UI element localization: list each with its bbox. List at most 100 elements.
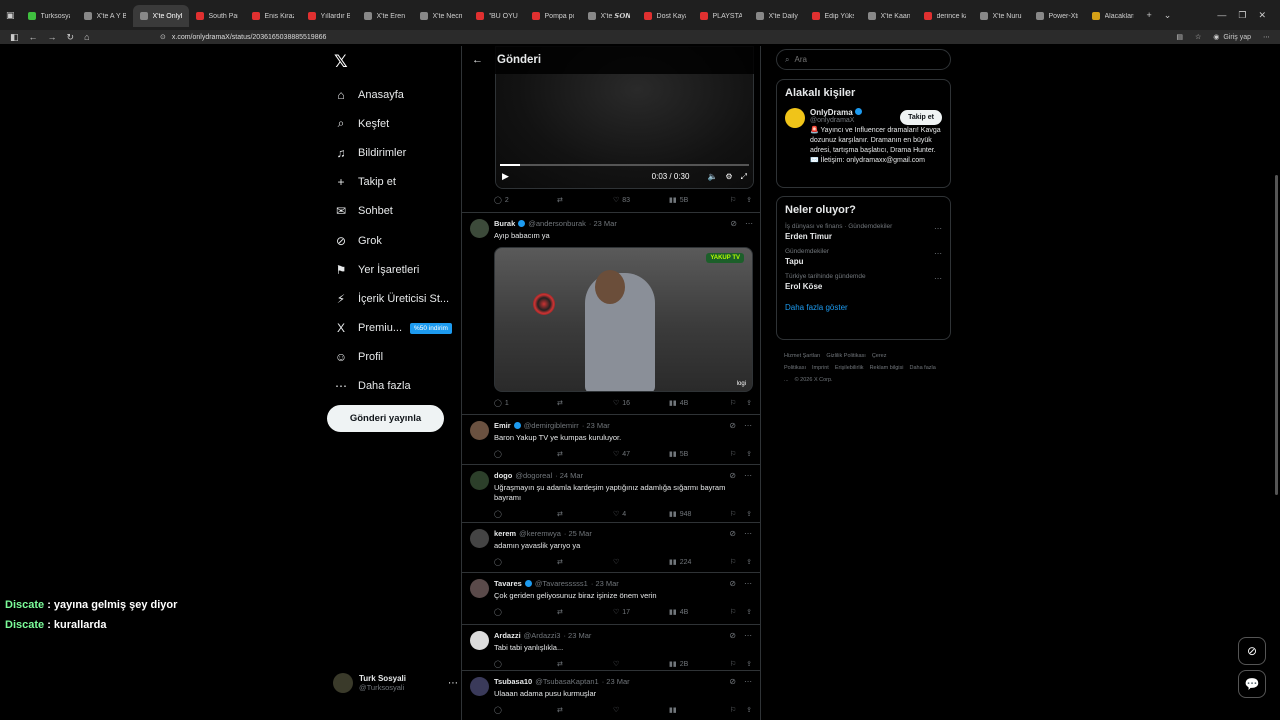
more-icon[interactable]: ⋯	[744, 677, 752, 686]
reply-tweet[interactable]: dogo @dogoreal · 24 Mar ⊘ ⋯ Uğraşmayın şu…	[462, 464, 760, 521]
avatar[interactable]	[470, 471, 489, 490]
login-button[interactable]: ◉ Giriş yap	[1213, 33, 1251, 42]
avatar[interactable]	[470, 631, 489, 650]
bookmark-icon[interactable]: ⚐	[730, 450, 736, 458]
new-tab-button[interactable]: +	[1141, 10, 1158, 20]
trend-item[interactable]: İş dünyası ve finans · Gündemdekiler Erde…	[777, 216, 950, 241]
avatar[interactable]	[470, 579, 489, 598]
nav-item-10[interactable]: ⋯ Daha fazla	[326, 372, 461, 401]
views-icon[interactable]: ▮▮ 948	[669, 510, 719, 519]
more-icon[interactable]: ⋯	[934, 249, 942, 258]
grok-icon[interactable]: ⊘	[729, 471, 736, 480]
tweet-author[interactable]: kerem	[494, 529, 516, 538]
grok-icon[interactable]: ⊘	[1238, 637, 1266, 665]
reply-icon[interactable]: ◯ 2	[494, 196, 557, 205]
show-more-link[interactable]: Daha fazla göster	[777, 291, 950, 320]
like-icon[interactable]: ♡ 16	[613, 399, 669, 408]
browser-tab[interactable]: "BU OYUN C	[469, 5, 525, 27]
browser-tab[interactable]: Enis Kirazogl	[245, 5, 301, 27]
volume-icon[interactable]: 🔈	[707, 172, 717, 181]
fullscreen-icon[interactable]: ⤢	[741, 172, 747, 182]
search-box[interactable]: ⌕	[776, 49, 951, 70]
nav-item-7[interactable]: ⚡ İçerik Üreticisi St...	[326, 284, 461, 313]
home-icon[interactable]: ⌂	[84, 32, 89, 43]
browser-tab[interactable]: Turksosyali S	[21, 5, 77, 27]
tweet-image[interactable]: YAKUP TV logi	[494, 247, 753, 392]
grok-icon[interactable]: ⊘	[729, 421, 736, 430]
url-text[interactable]: x.com/onlydramaX/status/2036165038885519…	[172, 34, 327, 41]
avatar[interactable]	[470, 677, 489, 696]
reply-tweet[interactable]: Emir @demirgiblemirr · 23 Mar ⊘ ⋯ Baron Y…	[462, 414, 760, 461]
footer-link[interactable]: Gizlilik Politikası	[826, 353, 865, 359]
more-icon[interactable]: ⋯	[448, 678, 458, 689]
like-icon[interactable]: ♡	[613, 706, 669, 714]
like-icon[interactable]: ♡	[613, 558, 669, 566]
bookmark-star-icon[interactable]: ☆	[1195, 33, 1201, 41]
reply-tweet[interactable]: kerem @keremwya · 25 Mar ⊘ ⋯ adamın yavas…	[462, 522, 760, 569]
messages-icon[interactable]: 💬	[1238, 670, 1266, 698]
tweet-handle[interactable]: @Ardazzi3	[524, 631, 561, 640]
bookmark-icon[interactable]: ⚐	[730, 196, 736, 204]
retweet-icon[interactable]: ⇄	[557, 706, 613, 714]
views-icon[interactable]: ▮▮ 4B	[669, 399, 719, 408]
bookmark-icon[interactable]: ⚐	[730, 706, 736, 714]
share-icon[interactable]: ⇪	[746, 450, 752, 458]
grok-icon[interactable]: ⊘	[729, 631, 736, 640]
more-icon[interactable]: ⋯	[934, 224, 942, 233]
nav-item-2[interactable]: ♫ Bildirimler	[326, 138, 461, 167]
share-icon[interactable]: ⇪	[746, 558, 752, 566]
browser-tab[interactable]: Pompa pomp	[525, 5, 581, 27]
more-icon[interactable]: ⋯	[744, 421, 752, 430]
reply-icon[interactable]: ◯	[494, 558, 557, 566]
nav-item-3[interactable]: + Takip et	[326, 168, 461, 197]
retweet-icon[interactable]: ⇄	[557, 450, 613, 458]
browser-tab[interactable]: X'te Eren Car	[357, 5, 413, 27]
nav-item-1[interactable]: ⌕ Keşfet	[326, 109, 461, 138]
forward-icon[interactable]: →	[48, 32, 57, 43]
browser-tab[interactable]: Alacaklarını	[1085, 5, 1141, 27]
tweet-handle[interactable]: @keremwya	[519, 529, 561, 538]
like-icon[interactable]: ♡ 4	[613, 510, 669, 519]
browser-tab[interactable]: X'te Nurullah	[973, 5, 1029, 27]
avatar[interactable]	[470, 529, 489, 548]
bookmark-icon[interactable]: ⚐	[730, 399, 736, 407]
settings-icon[interactable]: ⚙	[725, 172, 732, 181]
restore-icon[interactable]: ❐	[1238, 10, 1246, 21]
browser-tab[interactable]: Power-Xtra P	[1029, 5, 1085, 27]
tweet-handle[interactable]: @TsubasaKaptan1	[535, 677, 599, 686]
video-progress-bar[interactable]	[500, 164, 749, 166]
more-icon[interactable]: ⋯	[745, 219, 753, 228]
reply-icon[interactable]: ◯	[494, 706, 557, 714]
views-icon[interactable]: ▮▮ 4B	[669, 608, 719, 617]
browser-tab[interactable]: Edip Yüksel (	[805, 5, 861, 27]
x-logo-icon[interactable]: 𝕏	[334, 52, 461, 80]
like-icon[interactable]: ♡	[613, 660, 669, 668]
more-icon[interactable]: ⋯	[744, 471, 752, 480]
like-icon[interactable]: ♡ 47	[613, 450, 669, 459]
tweet-author[interactable]: Tsubasa10	[494, 677, 532, 686]
sidebar-toggle-icon[interactable]: ◧	[10, 32, 19, 43]
page-scrollbar[interactable]	[1275, 175, 1278, 495]
post-button[interactable]: Gönderi yayınla	[327, 405, 444, 432]
nav-item-6[interactable]: ⚑ Yer İşaretleri	[326, 255, 461, 284]
tweet-handle[interactable]: @andersonburak	[528, 219, 586, 228]
reply-icon[interactable]: ◯	[494, 450, 557, 458]
bookmark-icon[interactable]: ⚐	[730, 510, 736, 518]
tweet-handle[interactable]: @Tavaresssss1	[535, 579, 588, 588]
nav-item-0[interactable]: ⌂ Anasayfa	[326, 80, 461, 109]
footer-link[interactable]: Imprint	[812, 365, 829, 371]
back-arrow-icon[interactable]: ←	[472, 54, 483, 66]
footer-link[interactable]: Reklam bilgisi	[870, 365, 904, 371]
avatar[interactable]	[470, 219, 489, 238]
site-info-icon[interactable]: ⊙	[160, 33, 166, 41]
browser-menu-icon[interactable]: ⋯	[1263, 33, 1270, 41]
bookmark-icon[interactable]: ⚐	[730, 608, 736, 616]
share-icon[interactable]: ⇪	[746, 399, 752, 407]
like-icon[interactable]: ♡ 83	[613, 196, 669, 205]
avatar[interactable]	[470, 421, 489, 440]
trend-item[interactable]: Gündemdekiler Tapu ⋯	[777, 241, 950, 266]
grok-icon[interactable]: ⊘	[729, 579, 736, 588]
views-icon[interactable]: ▮▮ 2B	[669, 660, 719, 669]
follow-button[interactable]: Takip et	[900, 110, 942, 125]
tweet-author[interactable]: Burak	[494, 219, 515, 228]
